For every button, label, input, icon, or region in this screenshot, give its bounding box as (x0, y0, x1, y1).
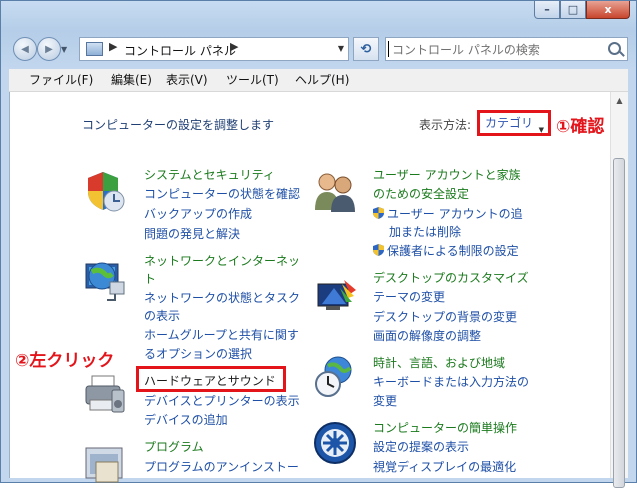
programs-icon (85, 447, 123, 483)
text-caret (388, 41, 389, 57)
vertical-scrollbar[interactable]: ▲ (610, 92, 628, 488)
link-adjust-resolution[interactable]: 画面の解像度の調整 (373, 327, 481, 344)
link-parental-controls-label: 保護者による制限の設定 (387, 244, 519, 258)
link-add-remove-accounts[interactable]: ユーザー アカウントの追 (373, 205, 523, 222)
back-arrow-icon: ◀ (21, 43, 29, 55)
link-devices-printers[interactable]: デバイスとプリンターの表示 (144, 392, 300, 409)
category-user-accounts-line2[interactable]: のための安全設定 (373, 185, 469, 202)
address-bar[interactable]: ▶ コントロール パネル ▶ ▼ (79, 37, 349, 61)
category-programs[interactable]: プログラム (144, 438, 204, 455)
recent-pages-chevron-icon[interactable]: ▼ (61, 45, 67, 54)
link-change-theme[interactable]: テーマの変更 (373, 288, 445, 305)
category-network-internet[interactable]: ネットワークとインターネッ (144, 252, 300, 269)
window: – □ x ◀ ▶ ▼ ▶ コントロール パネル ▶ ▼ ⟲ ファイル(F) 編… (0, 0, 637, 488)
chevron-down-icon: ▼ (538, 126, 544, 134)
minimize-button[interactable]: – (534, 1, 560, 19)
link-parental-controls[interactable]: 保護者による制限の設定 (373, 242, 519, 259)
scroll-up-icon[interactable]: ▲ (611, 92, 628, 109)
address-dropdown-icon[interactable]: ▼ (338, 44, 344, 53)
link-optimize-display[interactable]: 視覚ディスプレイの最適化 (373, 458, 516, 475)
refresh-button[interactable]: ⟲ (353, 37, 379, 61)
menu-help[interactable]: ヘルプ(H) (295, 69, 349, 91)
clock-globe-icon (315, 356, 352, 397)
link-change-background[interactable]: デスクトップの背景の変更 (373, 308, 517, 325)
desktop-appearance-icon (317, 280, 356, 310)
view-by-value: カテゴリ (485, 116, 534, 130)
caption-buttons: – □ x (534, 1, 630, 19)
annotation-confirm: ①確認 (556, 117, 605, 137)
link-uninstall-program[interactable]: プログラムのアンインストー (144, 458, 299, 475)
menu-view[interactable]: 表示(V) (166, 69, 208, 91)
category-network-internet-line2[interactable]: ト (144, 270, 156, 287)
content-pane: コンピューターの設定を調整します 表示方法: カテゴリ ▼ ①確認 システムとセ… (9, 92, 628, 488)
breadcrumb-chevron-icon[interactable]: ▶ (230, 40, 238, 53)
link-network-status-line2[interactable]: の表示 (144, 307, 180, 324)
shield-security-icon (88, 172, 125, 212)
control-panel-icon (86, 42, 103, 56)
view-by-label: 表示方法: (419, 118, 472, 132)
view-by-dropdown[interactable]: カテゴリ ▼ (477, 110, 551, 136)
forward-arrow-icon: ▶ (45, 43, 53, 55)
scrollbar-thumb[interactable] (613, 158, 625, 488)
printer-sound-icon (85, 375, 125, 413)
category-ease-of-access[interactable]: コンピューターの簡単操作 (373, 419, 517, 436)
user-accounts-icon (315, 173, 355, 212)
link-network-status[interactable]: ネットワークの状態とタスク (144, 289, 300, 306)
menu-edit[interactable]: 編集(E) (111, 69, 152, 91)
close-button[interactable]: x (586, 1, 630, 19)
category-system-security[interactable]: システムとセキュリティ (144, 166, 275, 183)
menu-bar: ファイル(F) 編集(E) 表示(V) ツール(T) ヘルプ(H) (9, 69, 628, 92)
refresh-icon: ⟲ (360, 41, 372, 57)
page-title: コンピューターの設定を調整します (82, 118, 275, 132)
link-suggested-settings[interactable]: 設定の提案の表示 (373, 438, 469, 455)
maximize-button[interactable]: □ (560, 1, 586, 19)
link-homegroup-line2[interactable]: るオプションの選択 (144, 345, 252, 362)
search-input[interactable] (390, 40, 604, 60)
uac-shield-icon (373, 207, 384, 219)
category-user-accounts[interactable]: ユーザー アカウントと家族 (373, 166, 521, 183)
search-box[interactable] (385, 37, 628, 61)
link-create-backup[interactable]: バックアップの作成 (144, 205, 252, 222)
link-add-device[interactable]: デバイスの追加 (144, 411, 228, 428)
uac-shield-icon (373, 244, 384, 256)
annotation-left-click: ②左クリック (15, 351, 115, 371)
navigation-bar: ◀ ▶ ▼ ▶ コントロール パネル ▶ ▼ ⟲ (9, 33, 628, 63)
breadcrumb-chevron-icon[interactable]: ▶ (109, 40, 117, 53)
link-add-remove-accounts-line2[interactable]: 加または削除 (389, 223, 461, 240)
link-troubleshoot[interactable]: 問題の発見と解決 (144, 225, 240, 242)
link-homegroup[interactable]: ホームグループと共有に関す (144, 326, 299, 343)
category-clock-region[interactable]: 時計、言語、および地域 (373, 354, 505, 371)
ease-of-access-icon (314, 422, 356, 464)
menu-file[interactable]: ファイル(F) (29, 69, 93, 91)
category-hardware-sound[interactable]: ハードウェアとサウンド (144, 372, 276, 389)
forward-button[interactable]: ▶ (37, 37, 61, 61)
link-check-computer-status[interactable]: コンピューターの状態を確認 (144, 185, 300, 202)
back-button[interactable]: ◀ (13, 37, 37, 61)
menu-tools[interactable]: ツール(T) (226, 69, 279, 91)
link-change-keyboard-line2[interactable]: 変更 (373, 392, 397, 409)
link-add-remove-accounts-label: ユーザー アカウントの追 (387, 207, 523, 221)
link-change-keyboard[interactable]: キーボードまたは入力方法の (373, 373, 529, 390)
search-icon[interactable] (608, 42, 621, 55)
network-globe-icon (85, 262, 125, 301)
breadcrumb-control-panel[interactable]: コントロール パネル (124, 42, 236, 59)
category-appearance[interactable]: デスクトップのカスタマイズ (373, 269, 529, 286)
